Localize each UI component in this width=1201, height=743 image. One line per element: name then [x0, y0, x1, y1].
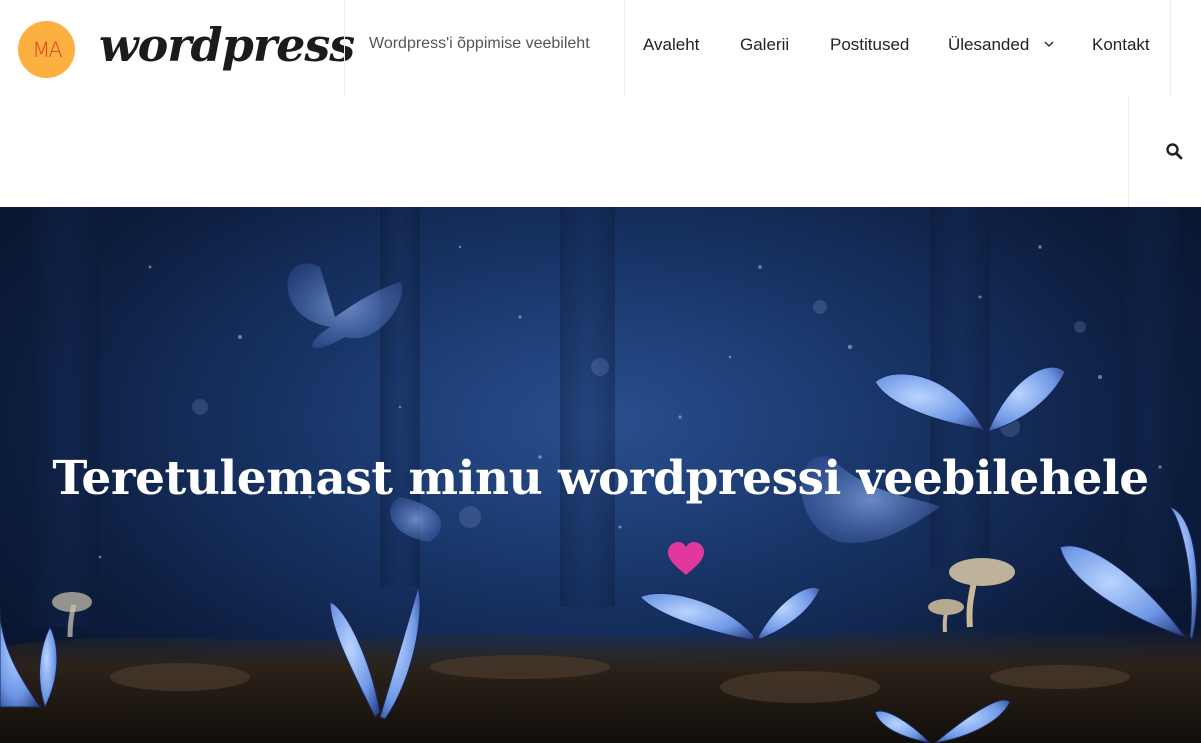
nav-item-avaleht[interactable]: Avaleht [643, 35, 699, 55]
search-icon[interactable] [1165, 142, 1183, 160]
header-divider [624, 0, 625, 96]
site-tagline: Wordpress'i õppimise veebileht [369, 35, 590, 52]
site-header: MA wordpress Wordpress'i õppimise veebil… [0, 0, 1201, 207]
nav-item-galerii[interactable]: Galerii [740, 35, 789, 55]
site-title[interactable]: wordpress [99, 18, 355, 72]
hero-title: Teretulemast minu wordpressi veebilehele [52, 451, 1149, 506]
logo-text: MA [32, 37, 63, 62]
nav-item-kontakt[interactable]: Kontakt [1092, 35, 1150, 55]
header-divider [344, 0, 345, 96]
nav-item-postitused[interactable]: Postitused [830, 35, 909, 55]
search-divider [1128, 96, 1129, 207]
chevron-down-icon[interactable] [1043, 38, 1055, 50]
hero-banner: Teretulemast minu wordpressi veebilehele [0, 207, 1201, 743]
header-divider [1170, 0, 1171, 96]
site-logo[interactable]: MA [18, 21, 75, 78]
nav-item-ulesanded[interactable]: Ülesanded [948, 35, 1029, 55]
heart-icon [668, 542, 704, 575]
